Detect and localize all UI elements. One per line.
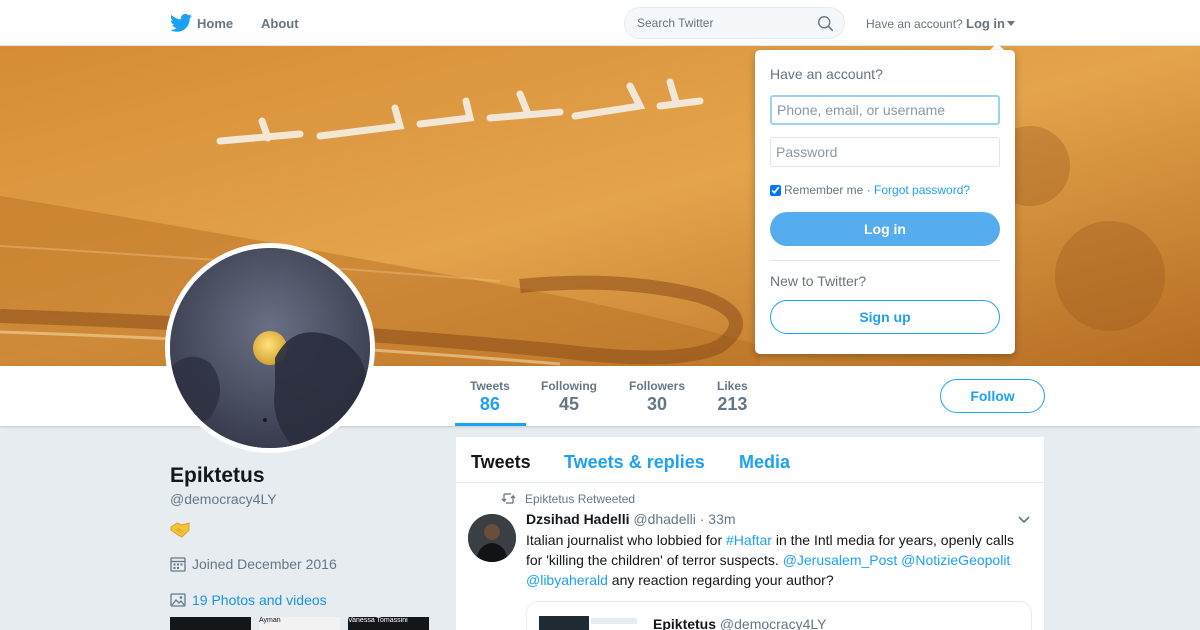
media-thumb-2-text: Ayman bbox=[259, 617, 281, 624]
quoted-author-name: Epiktetus bbox=[653, 616, 717, 630]
quoted-tweet-image bbox=[539, 616, 637, 630]
remember-me-checkbox[interactable] bbox=[770, 185, 781, 196]
tweet-mention-link[interactable]: @Jerusalem_Post bbox=[783, 552, 898, 568]
stat-tweets-label: Tweets bbox=[470, 379, 510, 393]
nav-home-link[interactable]: Home bbox=[197, 16, 233, 31]
image-icon bbox=[170, 593, 186, 607]
search-box bbox=[624, 7, 845, 39]
search-input[interactable] bbox=[637, 16, 807, 30]
new-to-twitter-text: New to Twitter? bbox=[770, 273, 867, 289]
login-dropdown: Have an account? Remember me · Forgot pa… bbox=[755, 50, 1015, 354]
stat-likes-value: 213 bbox=[717, 394, 748, 414]
stat-following-value: 45 bbox=[558, 394, 580, 414]
timeline: Tweets Tweets & replies Media Epiktetus … bbox=[456, 437, 1044, 630]
stat-followers-label: Followers bbox=[629, 379, 686, 393]
tweet-text-part: any reaction regarding your author? bbox=[607, 572, 834, 588]
follow-button[interactable]: Follow bbox=[940, 379, 1045, 413]
media-thumb-3[interactable]: Vanessa Tomassini bbox=[348, 617, 429, 630]
tab-tweets[interactable]: Tweets bbox=[471, 452, 531, 473]
stat-followers-value: 30 bbox=[646, 394, 668, 414]
avatar-moon-image bbox=[170, 248, 370, 448]
tweet-text: Italian journalist who lobbied for #Haft… bbox=[526, 530, 1021, 590]
login-dropdown-toggle[interactable]: Log in bbox=[966, 16, 1005, 31]
dropdown-divider bbox=[770, 260, 1000, 261]
remember-separator: · bbox=[863, 183, 875, 197]
profile-avatar[interactable] bbox=[165, 243, 375, 453]
tweet-header: Dzsihad Hadelli @dhadelli · 33m bbox=[526, 511, 736, 527]
stat-likes[interactable]: Likes 213 bbox=[717, 379, 748, 415]
handshake-emoji-icon bbox=[170, 522, 190, 538]
top-nav: Home About Have an account? Log in bbox=[0, 0, 1200, 46]
profile-handle[interactable]: @democracy4LY bbox=[170, 491, 277, 507]
tweet-hashtag-link[interactable]: #Haftar bbox=[726, 532, 772, 548]
joined-date: Joined December 2016 bbox=[170, 556, 337, 572]
signup-button[interactable]: Sign up bbox=[770, 300, 1000, 334]
tweet-text-part: Italian journalist who lobbied for bbox=[526, 532, 727, 548]
quoted-tweet-author: Epiktetus @democracy4LY bbox=[653, 616, 826, 630]
tweet-mention-link[interactable]: @libyaherald bbox=[526, 572, 608, 588]
profile-name: Epiktetus bbox=[170, 464, 265, 487]
quoted-author-handle: @democracy4LY bbox=[719, 616, 827, 630]
have-account-text: Have an account? bbox=[866, 17, 963, 31]
login-button[interactable]: Log in bbox=[770, 212, 1000, 246]
media-thumb-3-text: Vanessa Tomassini bbox=[348, 617, 408, 624]
media-thumb-1[interactable] bbox=[170, 617, 251, 630]
quoted-tweet[interactable]: Epiktetus @democracy4LY bbox=[526, 601, 1032, 630]
chevron-down-icon[interactable] bbox=[1018, 516, 1030, 524]
twitter-bird-icon[interactable] bbox=[170, 13, 192, 33]
password-field[interactable] bbox=[770, 137, 1000, 167]
media-thumb-2[interactable]: Ayman bbox=[259, 617, 340, 630]
remember-me-label[interactable]: Remember me bbox=[784, 183, 863, 197]
login-title: Have an account? bbox=[770, 66, 883, 82]
quoted-tweet-thumbnail bbox=[539, 616, 637, 630]
stat-followers[interactable]: Followers 30 bbox=[629, 379, 685, 415]
joined-date-text: Joined December 2016 bbox=[192, 556, 337, 572]
tab-media[interactable]: Media bbox=[739, 452, 790, 473]
active-stat-underline bbox=[455, 423, 526, 426]
stat-tweets[interactable]: Tweets 86 bbox=[470, 379, 510, 415]
tweet-avatar-image bbox=[468, 514, 516, 562]
tweet-timestamp[interactable]: · 33m bbox=[700, 511, 736, 527]
stat-following-label: Following bbox=[541, 379, 597, 393]
tweet-mention-link[interactable]: @NotizieGeopolit bbox=[901, 552, 1010, 568]
media-thumbnails: Ayman Vanessa Tomassini bbox=[170, 617, 430, 630]
forgot-password-link[interactable]: Forgot password? bbox=[874, 183, 970, 197]
search-icon[interactable] bbox=[817, 15, 834, 32]
photos-videos-text[interactable]: 19 Photos and videos bbox=[192, 592, 327, 608]
photos-videos-link[interactable]: 19 Photos and videos bbox=[170, 592, 327, 608]
calendar-icon bbox=[170, 557, 186, 572]
tab-tweets-replies[interactable]: Tweets & replies bbox=[564, 452, 705, 473]
stat-likes-label: Likes bbox=[717, 379, 748, 393]
retweet-icon bbox=[501, 493, 516, 504]
username-field[interactable] bbox=[770, 95, 1000, 125]
nav-about-link[interactable]: About bbox=[261, 16, 299, 31]
caret-down-icon[interactable] bbox=[1007, 21, 1015, 26]
tweet-author-avatar[interactable] bbox=[468, 514, 516, 562]
tweet-author-handle[interactable]: @dhadelli bbox=[633, 511, 695, 527]
stat-following[interactable]: Following 45 bbox=[541, 379, 597, 415]
stat-tweets-value: 86 bbox=[479, 394, 500, 414]
remember-row: Remember me · Forgot password? bbox=[770, 183, 970, 197]
timeline-tabs: Tweets Tweets & replies Media bbox=[456, 437, 1044, 483]
retweeted-by[interactable]: Epiktetus Retweeted bbox=[525, 492, 635, 506]
tweet-author-name[interactable]: Dzsihad Hadelli bbox=[526, 511, 629, 527]
